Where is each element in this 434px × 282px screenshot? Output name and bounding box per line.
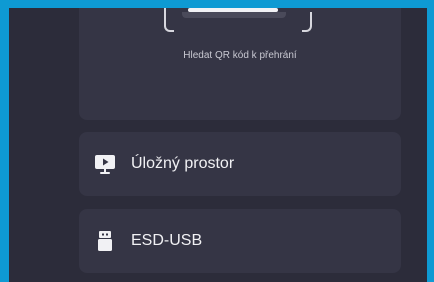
qr-scan-card[interactable]: Hledat QR kód k přehrání: [79, 8, 401, 120]
source-item-usb[interactable]: ESD-USB: [79, 209, 401, 273]
qr-caption: Hledat QR kód k přehrání: [183, 50, 297, 61]
qr-scan-frame-icon: [164, 8, 312, 32]
source-item-label: ESD-USB: [131, 232, 203, 249]
media-player-icon: [95, 155, 115, 174]
qr-frame-corner: [302, 12, 312, 32]
qr-scanner-body: [182, 12, 286, 18]
qr-frame-corner: [164, 8, 174, 32]
qr-scan-line: [188, 8, 278, 12]
source-item-storage[interactable]: Úložný prostor: [79, 132, 401, 196]
media-source-screen: Hledat QR kód k přehrání Úložný prostor …: [9, 8, 427, 282]
source-item-label: Úložný prostor: [131, 155, 235, 172]
usb-drive-icon: [98, 231, 112, 251]
